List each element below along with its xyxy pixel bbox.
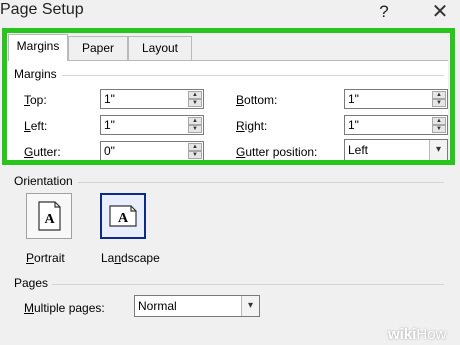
portrait-button[interactable]: A: [26, 193, 72, 239]
help-button[interactable]: ?: [372, 0, 396, 24]
multiple-pages-value: Normal: [138, 299, 177, 313]
orientation-group-label: Orientation: [14, 174, 73, 188]
portrait-letter: A: [44, 212, 55, 227]
landscape-button[interactable]: A: [100, 193, 146, 239]
portrait-page-icon: A: [38, 201, 61, 231]
multiple-pages-select[interactable]: Normal ▾: [134, 295, 260, 317]
highlight-frame: [2, 28, 455, 165]
orientation-group-divider: [78, 182, 444, 183]
dialog-title: Page Setup: [0, 1, 84, 18]
wikihow-watermark: wikiHow: [388, 326, 446, 343]
chevron-down-icon[interactable]: ▾: [241, 296, 259, 316]
portrait-label[interactable]: Portrait: [26, 251, 65, 265]
multiple-pages-label: Multiple pages:: [24, 301, 105, 315]
pages-group-label: Pages: [14, 276, 49, 290]
pages-group-divider: [52, 284, 444, 285]
landscape-page-icon: A: [109, 205, 137, 227]
close-button[interactable]: ✕: [426, 0, 454, 24]
landscape-letter: A: [118, 211, 129, 226]
title-bar: Page Setup ? ✕: [0, 0, 460, 26]
landscape-label[interactable]: Landscape: [101, 251, 160, 265]
watermark-part2: How: [416, 326, 447, 343]
watermark-part1: wiki: [388, 326, 417, 343]
tab-margins[interactable]: Margins: [8, 34, 68, 61]
